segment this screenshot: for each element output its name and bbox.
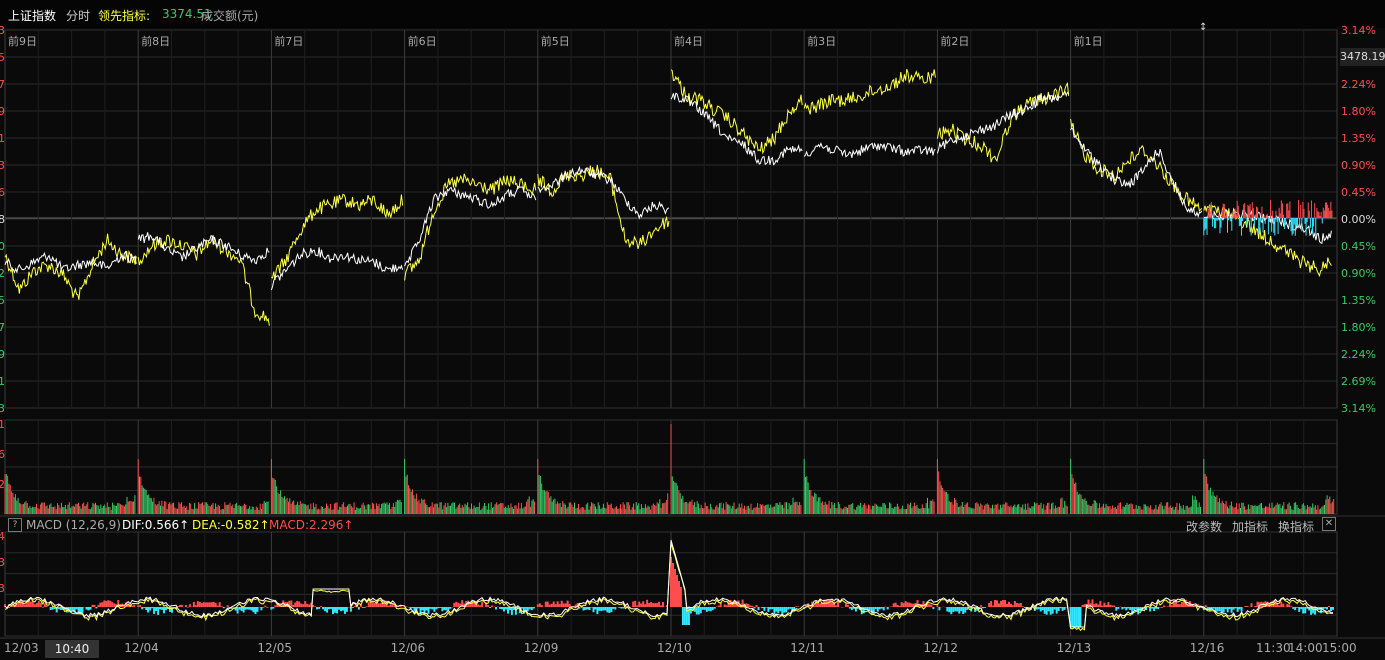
- right-axis-label: 2.24%: [1341, 348, 1376, 361]
- left-axis-stub: 5: [0, 294, 5, 307]
- price-line: [404, 185, 537, 267]
- add-indicator-button[interactable]: 加指标: [1232, 518, 1268, 535]
- price-line: [537, 165, 670, 220]
- time-label: 11:30: [1256, 641, 1291, 655]
- right-axis-label: 1.80%: [1341, 105, 1376, 118]
- date-label: 12/04: [124, 641, 159, 655]
- right-axis-label: 3.14%: [1341, 24, 1376, 37]
- vol-left-stub: 2: [0, 478, 5, 491]
- date-label: 12/09: [524, 641, 559, 655]
- leading-price-line: [803, 68, 936, 115]
- macd-name[interactable]: MACD (12,26,9): [26, 518, 121, 532]
- date-label: 12/16: [1190, 641, 1225, 655]
- right-axis-label: 0.00%: [1341, 213, 1376, 226]
- day-label: 前6日: [408, 34, 437, 48]
- right-axis-label: 3.14%: [1341, 402, 1376, 415]
- day-labels: 前9日 前8日 前7日 前6日 前5日 前4日 前3日 前2日 前1日: [8, 34, 1103, 48]
- day-label: 前9日: [8, 34, 37, 48]
- vol-left-stub: 6: [0, 448, 5, 461]
- left-axis-stub: 3: [0, 24, 5, 37]
- leading-price-line: [537, 164, 670, 250]
- right-axis-label: 2.69%: [1341, 375, 1376, 388]
- left-axis-stub: 9: [0, 105, 5, 118]
- date-label: 12/11: [790, 641, 825, 655]
- right-axis-label: 1.35%: [1341, 132, 1376, 145]
- price-line: [936, 90, 1069, 154]
- right-axis-label: 0.45%: [1341, 186, 1376, 199]
- right-axis-label: 0.90%: [1341, 159, 1376, 172]
- right-axis-label: 0.45%: [1341, 240, 1376, 253]
- right-axis-label: 1.35%: [1341, 294, 1376, 307]
- left-axis-stub: 3: [0, 402, 5, 415]
- leading-price-line: [4, 233, 137, 300]
- edit-params-button[interactable]: 改参数: [1186, 518, 1222, 535]
- right-axis-label: 1.80%: [1341, 321, 1376, 334]
- macd-left-stub: 4: [0, 530, 5, 543]
- right-axis-label: 2.24%: [1341, 78, 1376, 91]
- time-label: 14:00: [1288, 641, 1323, 655]
- macd-dif: DIF:0.566↑: [122, 518, 190, 532]
- left-axis-stubs: 3 1 9 7 5 2 0 8 6 3 1 9 7 5 3 1 6 2 4 3 3: [0, 24, 5, 595]
- left-axis-stub: 1: [0, 375, 5, 388]
- day-label: 前1日: [1074, 34, 1103, 48]
- price-line: [803, 141, 936, 158]
- left-axis-stub: 7: [0, 321, 5, 334]
- left-axis-stub: 3: [0, 159, 5, 172]
- left-axis-stub: 9: [0, 348, 5, 361]
- macd-lines: [4, 539, 1334, 632]
- grid-lines: [0, 29, 1385, 639]
- price-line: [1070, 126, 1203, 218]
- date-label: 12/05: [257, 641, 292, 655]
- expand-icon[interactable]: ↕: [1199, 22, 1207, 33]
- left-axis-stub: 1: [0, 132, 5, 145]
- date-label: 12/06: [391, 641, 426, 655]
- dea-line: [4, 542, 1333, 632]
- left-axis-stub: 0: [0, 240, 5, 253]
- right-axis: 3.14% 2.69% 2.24% 1.80% 1.35% 0.90% 0.45% 0.00%…: [1341, 24, 1376, 415]
- cursor-time-box: 10:40: [45, 640, 99, 658]
- price-tag: 3478.19: [1340, 48, 1385, 66]
- day-label: 前3日: [807, 34, 836, 48]
- price-lines: [4, 68, 1333, 326]
- left-axis-stub: 7: [0, 78, 5, 91]
- macd-left-stub: 3: [0, 556, 5, 569]
- day-label: 前5日: [541, 34, 570, 48]
- date-label: 12/03: [4, 641, 39, 655]
- leading-price-line: [137, 234, 270, 326]
- left-axis-stub: 2: [0, 267, 5, 280]
- right-axis-label: 0.90%: [1341, 267, 1376, 280]
- macd-dea: DEA:-0.582↑: [192, 518, 270, 532]
- date-label: 12/13: [1057, 641, 1092, 655]
- date-label: 12/10: [657, 641, 692, 655]
- macd-left-stub: 3: [0, 582, 5, 595]
- switch-indicator-button[interactable]: 换指标: [1278, 518, 1314, 535]
- macd-value: MACD:2.296↑: [269, 518, 354, 532]
- left-axis-stub: 5: [0, 51, 5, 64]
- price-line: [137, 232, 270, 265]
- date-label: 12/12: [923, 641, 958, 655]
- date-axis: 12/03 12/04 12/05 12/06 12/09 12/10 12/11 12/12…: [4, 641, 1357, 655]
- day-label: 前2日: [940, 34, 969, 48]
- day-label: 前4日: [674, 34, 703, 48]
- help-icon[interactable]: ?: [8, 518, 22, 532]
- day-label: 前8日: [141, 34, 170, 48]
- left-axis-stub: 8: [0, 213, 5, 226]
- left-axis-stub: 6: [0, 186, 5, 199]
- leading-price-line: [404, 173, 537, 281]
- vol-left-stub: 1: [0, 418, 5, 431]
- time-label: 15:00: [1322, 641, 1357, 655]
- chart-canvas: 前9日 前8日 前7日 前6日 前5日 前4日 前3日 前2日 前1日 3.14% 2.69% 2.…: [0, 24, 1385, 655]
- close-icon[interactable]: ✕: [1322, 517, 1336, 531]
- price-line: [270, 247, 404, 291]
- leading-price-line: [271, 193, 404, 280]
- day-label: 前7日: [274, 34, 303, 48]
